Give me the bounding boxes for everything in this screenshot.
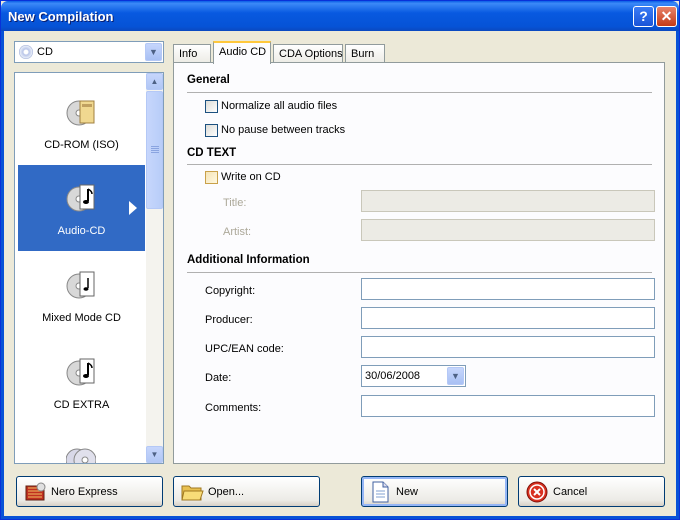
copyright-label: Copyright: (205, 285, 256, 297)
divider (187, 272, 652, 273)
title-bar[interactable]: New Compilation ? ✕ (1, 1, 679, 31)
comments-label: Comments: (205, 402, 262, 414)
date-picker[interactable]: 30/06/2008 ▼ (361, 365, 466, 387)
artist-label: Artist: (223, 226, 252, 238)
tab-cda-options[interactable]: CDA Options (273, 44, 343, 63)
new-button[interactable]: New (361, 476, 508, 507)
upc-ean-input[interactable] (361, 336, 655, 358)
divider (187, 92, 652, 93)
divider (187, 164, 652, 165)
artist-input[interactable] (361, 219, 655, 241)
no-pause-checkbox[interactable] (205, 124, 218, 137)
write-on-cd-checkbox[interactable] (205, 171, 218, 184)
audio-cd-icon (66, 184, 95, 212)
scroll-down-button[interactable]: ▼ (146, 446, 163, 463)
list-item-audio-cd[interactable]: Audio-CD (18, 165, 145, 251)
upc-ean-label: UPC/EAN code: (205, 343, 284, 355)
close-button[interactable]: ✕ (656, 6, 677, 27)
nero-express-label: Nero Express (51, 486, 118, 498)
list-scrollbar[interactable]: ▲ ▼ (146, 73, 163, 463)
list-item-label: CD EXTRA (53, 399, 110, 411)
cancel-button[interactable]: Cancel (518, 476, 665, 507)
cd-icon (19, 45, 33, 59)
new-compilation-dialog: New Compilation ? ✕ CD ▼ CD-ROM (ISO) Au… (0, 0, 680, 520)
producer-label: Producer: (205, 314, 253, 326)
audio-cd-panel: General Normalize all audio files No pau… (173, 62, 665, 464)
list-item-label: Mixed Mode CD (42, 312, 121, 324)
comments-input[interactable] (361, 395, 655, 417)
title-input[interactable] (361, 190, 655, 212)
cd-text-heading: CD TEXT (187, 147, 237, 159)
additional-info-heading: Additional Information (187, 254, 310, 266)
scroll-thumb[interactable] (146, 91, 163, 209)
new-label: New (396, 486, 419, 498)
list-item-mixed-mode-cd[interactable]: Mixed Mode CD (18, 252, 145, 338)
disc-type-value: CD (37, 46, 53, 58)
window-title: New Compilation (8, 9, 114, 24)
tab-audio-cd[interactable]: Audio CD (213, 41, 271, 64)
selection-arrow-icon (129, 201, 137, 215)
normalize-label[interactable]: Normalize all audio files (221, 100, 337, 112)
no-pause-label[interactable]: No pause between tracks (221, 124, 345, 136)
list-item-cd-copy[interactable] (18, 426, 145, 463)
disc-type-select[interactable]: CD ▼ (14, 41, 164, 63)
cd-rom-iso-icon (66, 100, 95, 126)
cancel-icon (526, 481, 548, 503)
cancel-label: Cancel (553, 486, 588, 498)
normalize-checkbox[interactable] (205, 100, 218, 113)
title-label: Title: (223, 197, 247, 209)
help-button[interactable]: ? (633, 6, 654, 27)
copyright-input[interactable] (361, 278, 655, 300)
tab-info[interactable]: Info (173, 44, 211, 63)
mixed-mode-cd-icon (66, 271, 95, 299)
general-heading: General (187, 74, 230, 86)
cd-extra-icon (66, 358, 95, 386)
tab-burn[interactable]: Burn (345, 44, 385, 63)
list-item-cd-rom-iso[interactable]: CD-ROM (ISO) (18, 79, 145, 165)
chevron-down-icon[interactable]: ▼ (145, 43, 162, 61)
cd-copy-icon (66, 448, 96, 463)
open-button[interactable]: Open... (173, 476, 320, 507)
chevron-down-icon[interactable]: ▼ (447, 367, 464, 385)
list-item-label: Audio-CD (57, 225, 106, 237)
new-document-icon (372, 481, 389, 503)
producer-input[interactable] (361, 307, 655, 329)
write-on-cd-label[interactable]: Write on CD (221, 171, 281, 183)
scroll-up-button[interactable]: ▲ (146, 73, 163, 90)
nero-express-icon (25, 482, 46, 501)
nero-express-button[interactable]: Nero Express (16, 476, 163, 507)
date-label: Date: (205, 372, 232, 384)
open-label: Open... (208, 486, 245, 498)
date-value: 30/06/2008 (365, 370, 421, 382)
list-item-label: CD-ROM (ISO) (44, 139, 119, 151)
compilation-type-list[interactable]: CD-ROM (ISO) Audio-CD Mixed Mode CD CD E… (14, 72, 164, 464)
list-item-cd-extra[interactable]: CD EXTRA (18, 339, 145, 425)
folder-open-icon (181, 485, 204, 501)
